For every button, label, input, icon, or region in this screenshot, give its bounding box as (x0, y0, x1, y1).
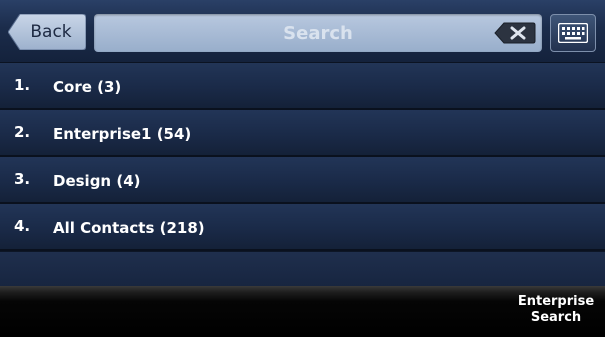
header-bar: Back (0, 0, 605, 63)
back-button-label: Back (30, 22, 72, 42)
softkey-label-line1: Enterprise (517, 294, 595, 309)
keyboard-button[interactable] (550, 14, 596, 52)
softkey-label-line2: Search (530, 310, 582, 325)
list-item[interactable]: 1. Core (3) (0, 63, 605, 110)
list-item-number: 1. (14, 76, 31, 94)
list-item-label: Core (3) (53, 78, 122, 96)
softkey-bar: Enterprise Search (0, 286, 605, 337)
list-item-label: Design (4) (53, 172, 141, 190)
list-item[interactable]: 2. Enterprise1 (54) (0, 110, 605, 157)
search-input[interactable] (94, 14, 542, 52)
list-item-label: Enterprise1 (54) (53, 125, 192, 143)
list-item-number: 3. (14, 170, 31, 188)
list-item-label: All Contacts (218) (53, 219, 205, 237)
directory-list: 1. Core (3) 2. Enterprise1 (54) 3. Desig… (0, 63, 605, 251)
list-item[interactable]: 3. Design (4) (0, 157, 605, 204)
list-item[interactable]: 4. All Contacts (218) (0, 204, 605, 251)
keyboard-icon (558, 23, 588, 43)
backspace-icon[interactable] (494, 22, 536, 44)
list-item-number: 4. (14, 217, 31, 235)
search-field[interactable] (94, 14, 542, 52)
enterprise-search-softkey[interactable]: Enterprise Search (516, 294, 596, 326)
empty-list-row (0, 252, 605, 286)
list-item-number: 2. (14, 123, 31, 141)
back-button[interactable]: Back (8, 14, 86, 50)
